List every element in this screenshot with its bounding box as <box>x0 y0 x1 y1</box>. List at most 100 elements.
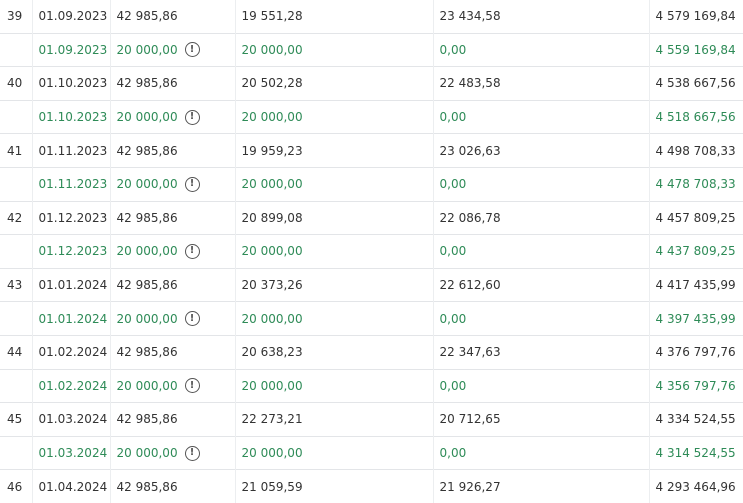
prepayment-row: 01.10.2023 20 000,00! 20 000,00 0,00 4 5… <box>0 99 743 134</box>
prepayment-amount-cell: 20 000,00! <box>110 99 236 134</box>
prepayment-balance: 4 518 667,56 <box>649 99 743 134</box>
payment-number: 42 <box>0 200 33 235</box>
prepayment-row: 01.12.2023 20 000,00! 20 000,00 0,00 4 4… <box>0 234 743 269</box>
prepayment-date: 01.01.2024 <box>32 301 111 336</box>
table-row: 46 01.04.2024 42 985,86 21 059,59 21 926… <box>0 469 743 503</box>
interest-amount: 20 638,23 <box>235 334 434 370</box>
payment-number: 39 <box>0 0 33 34</box>
info-circle-icon[interactable]: ! <box>184 243 200 259</box>
payment-date: 01.02.2024 <box>32 334 111 370</box>
interest-amount: 19 959,23 <box>235 133 434 168</box>
payment-date: 01.12.2023 <box>32 200 111 235</box>
remaining-balance: 4 293 464,96 <box>649 469 743 503</box>
principal-amount: 23 026,63 <box>433 133 650 168</box>
prepayment-interest: 20 000,00 <box>235 99 434 134</box>
interest-amount: 19 551,28 <box>235 0 434 34</box>
remaining-balance: 4 498 708,33 <box>649 133 743 168</box>
prepayment-principal: 0,00 <box>433 234 650 269</box>
interest-amount: 20 502,28 <box>235 66 434 101</box>
prepayment-amount: 20 000,00 <box>116 446 178 461</box>
principal-amount: 22 086,78 <box>433 200 650 235</box>
info-circle-icon[interactable]: ! <box>184 42 200 58</box>
interest-amount: 20 373,26 <box>235 267 434 302</box>
prepayment-balance: 4 356 797,76 <box>649 368 743 403</box>
interest-amount: 22 273,21 <box>235 402 434 437</box>
prepayment-number-cell <box>0 32 33 67</box>
payment-number: 43 <box>0 267 33 302</box>
prepayment-amount: 20 000,00 <box>116 378 178 393</box>
info-circle-icon[interactable]: ! <box>184 311 200 327</box>
payment-amount: 42 985,86 <box>110 200 236 235</box>
principal-amount: 22 347,63 <box>433 334 650 370</box>
prepayment-row: 01.03.2024 20 000,00! 20 000,00 0,00 4 3… <box>0 435 743 470</box>
prepayment-date: 01.11.2023 <box>32 166 111 202</box>
prepayment-number-cell <box>0 368 33 403</box>
principal-amount: 20 712,65 <box>433 402 650 437</box>
payment-number: 45 <box>0 402 33 437</box>
remaining-balance: 4 579 169,84 <box>649 0 743 34</box>
principal-amount: 22 483,58 <box>433 66 650 101</box>
prepayment-interest: 20 000,00 <box>235 32 434 67</box>
payment-date: 01.09.2023 <box>32 0 111 34</box>
prepayment-interest: 20 000,00 <box>235 435 434 470</box>
payment-date: 01.11.2023 <box>32 133 111 168</box>
prepayment-number-cell <box>0 99 33 134</box>
remaining-balance: 4 457 809,25 <box>649 200 743 235</box>
interest-amount: 20 899,08 <box>235 200 434 235</box>
prepayment-row: 01.11.2023 20 000,00! 20 000,00 0,00 4 4… <box>0 166 743 202</box>
prepayment-balance: 4 397 435,99 <box>649 301 743 336</box>
table-row: 44 01.02.2024 42 985,86 20 638,23 22 347… <box>0 334 743 370</box>
table-row: 42 01.12.2023 42 985,86 20 899,08 22 086… <box>0 200 743 235</box>
payment-number: 41 <box>0 133 33 168</box>
table-row: 39 01.09.2023 42 985,86 19 551,28 23 434… <box>0 0 743 34</box>
prepayment-amount: 20 000,00 <box>116 244 178 259</box>
info-circle-icon[interactable]: ! <box>184 445 200 461</box>
prepayment-amount-cell: 20 000,00! <box>110 234 236 269</box>
table-row: 40 01.10.2023 42 985,86 20 502,28 22 483… <box>0 66 743 101</box>
prepayment-balance: 4 559 169,84 <box>649 32 743 67</box>
info-circle-icon[interactable]: ! <box>184 109 200 125</box>
payment-number: 46 <box>0 469 33 503</box>
prepayment-amount-cell: 20 000,00! <box>110 32 236 67</box>
info-circle-icon[interactable]: ! <box>184 378 200 394</box>
prepayment-amount: 20 000,00 <box>116 42 178 57</box>
prepayment-principal: 0,00 <box>433 435 650 470</box>
table-row: 43 01.01.2024 42 985,86 20 373,26 22 612… <box>0 267 743 302</box>
prepayment-principal: 0,00 <box>433 99 650 134</box>
payment-amount: 42 985,86 <box>110 334 236 370</box>
prepayment-amount-cell: 20 000,00! <box>110 435 236 470</box>
prepayment-amount: 20 000,00 <box>116 110 178 125</box>
prepayment-date: 01.03.2024 <box>32 435 111 470</box>
payment-date: 01.10.2023 <box>32 66 111 101</box>
prepayment-row: 01.02.2024 20 000,00! 20 000,00 0,00 4 3… <box>0 368 743 403</box>
principal-amount: 21 926,27 <box>433 469 650 503</box>
remaining-balance: 4 417 435,99 <box>649 267 743 302</box>
table-row: 45 01.03.2024 42 985,86 22 273,21 20 712… <box>0 402 743 437</box>
payment-amount: 42 985,86 <box>110 0 236 34</box>
prepayment-principal: 0,00 <box>433 368 650 403</box>
prepayment-principal: 0,00 <box>433 166 650 202</box>
table-row: 41 01.11.2023 42 985,86 19 959,23 23 026… <box>0 133 743 168</box>
prepayment-amount-cell: 20 000,00! <box>110 368 236 403</box>
prepayment-balance: 4 478 708,33 <box>649 166 743 202</box>
payment-number: 44 <box>0 334 33 370</box>
prepayment-row: 01.09.2023 20 000,00! 20 000,00 0,00 4 5… <box>0 32 743 67</box>
prepayment-date: 01.09.2023 <box>32 32 111 67</box>
payment-date: 01.01.2024 <box>32 267 111 302</box>
prepayment-interest: 20 000,00 <box>235 301 434 336</box>
prepayment-balance: 4 314 524,55 <box>649 435 743 470</box>
prepayment-number-cell <box>0 435 33 470</box>
info-circle-icon[interactable]: ! <box>184 176 200 192</box>
payment-number: 40 <box>0 66 33 101</box>
remaining-balance: 4 334 524,55 <box>649 402 743 437</box>
prepayment-row: 01.01.2024 20 000,00! 20 000,00 0,00 4 3… <box>0 301 743 336</box>
remaining-balance: 4 376 797,76 <box>649 334 743 370</box>
prepayment-interest: 20 000,00 <box>235 166 434 202</box>
principal-amount: 23 434,58 <box>433 0 650 34</box>
prepayment-amount: 20 000,00 <box>116 311 178 326</box>
prepayment-principal: 0,00 <box>433 32 650 67</box>
prepayment-interest: 20 000,00 <box>235 234 434 269</box>
payment-amount: 42 985,86 <box>110 267 236 302</box>
prepayment-number-cell <box>0 166 33 202</box>
payment-date: 01.03.2024 <box>32 402 111 437</box>
